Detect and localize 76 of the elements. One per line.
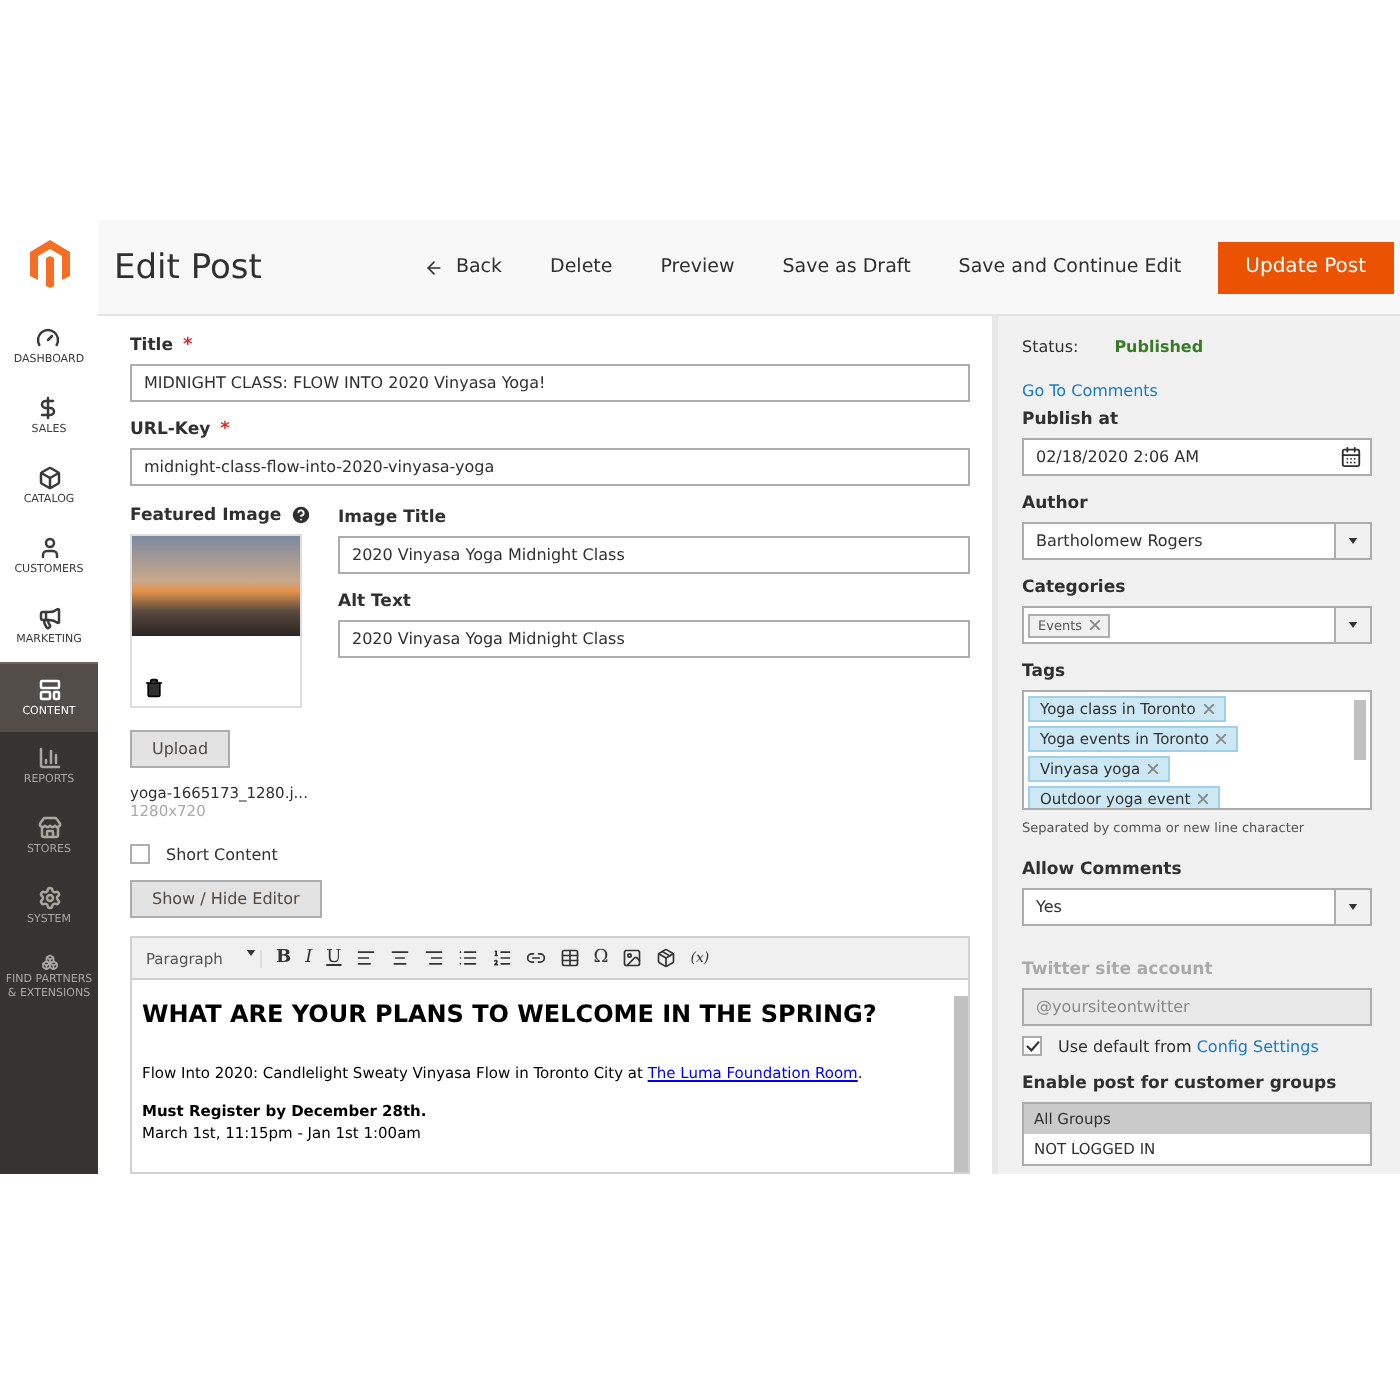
align-left-icon[interactable] xyxy=(355,948,376,968)
go-to-comments-link[interactable]: Go To Comments xyxy=(1022,382,1158,400)
header-button[interactable]: Delete xyxy=(526,256,637,278)
field-label: Tags xyxy=(1022,662,1068,682)
status-label: Status: xyxy=(1022,338,1079,356)
remove-icon[interactable] xyxy=(1203,704,1214,714)
editor-heading: WHAT ARE YOUR PLANS TO WELCOME IN THE SPRING? xyxy=(142,1000,879,1028)
settings-icon xyxy=(37,886,61,911)
caret-down-icon xyxy=(246,949,256,955)
allow-comments-select[interactable]: Yes xyxy=(1022,888,1372,926)
header-button[interactable]: Save as Draft xyxy=(758,256,935,278)
author-select[interactable]: Bartholomew Rogers xyxy=(1022,522,1372,560)
caret-down-icon xyxy=(1348,538,1358,544)
status-value: Published xyxy=(1114,338,1204,356)
dollar-icon xyxy=(36,396,61,421)
trash-icon[interactable] xyxy=(144,678,164,698)
url-key-input[interactable]: midnight-class-flow-into-2020-vinyasa-yoga xyxy=(130,448,970,486)
date-input[interactable]: 02/18/2020 2:06 AM xyxy=(1022,438,1372,476)
title-input[interactable]: MIDNIGHT CLASS: FLOW INTO 2020 Vinyasa Yoga! xyxy=(130,364,970,402)
link-icon[interactable] xyxy=(525,948,546,968)
checkbox[interactable] xyxy=(130,844,150,864)
scrollbar[interactable] xyxy=(954,996,968,1172)
header-button[interactable]: Preview xyxy=(636,256,759,278)
widget-icon[interactable] xyxy=(656,948,677,968)
layout-icon xyxy=(37,677,61,702)
check-icon xyxy=(1025,1040,1039,1052)
scrollbar[interactable] xyxy=(1354,700,1366,760)
toggle-editor-button[interactable]: Show / Hide Editor xyxy=(130,880,322,918)
arrow-left-icon xyxy=(423,257,444,277)
underline-button[interactable]: U xyxy=(326,948,342,968)
blocks-icon xyxy=(37,954,61,971)
italic-button[interactable]: I xyxy=(305,948,313,968)
remove-icon[interactable] xyxy=(1148,764,1159,774)
field-label: Alt Text xyxy=(338,592,413,612)
store-icon xyxy=(37,816,61,841)
logo-icon xyxy=(29,240,69,288)
align-center-icon[interactable] xyxy=(389,948,410,968)
field-label: Featured Image xyxy=(130,504,302,526)
field-label: Allow Comments xyxy=(1022,860,1184,880)
field-label: Enable post for customer groups xyxy=(1022,1074,1339,1094)
field-label: URL-Key * xyxy=(130,420,232,440)
checkbox-label: Use default from Config Settings xyxy=(1058,1037,1319,1055)
gauge-icon xyxy=(36,326,61,351)
align-right-icon[interactable] xyxy=(423,948,444,968)
numbered-list-icon[interactable] xyxy=(491,948,512,968)
bar-chart-icon xyxy=(37,746,61,771)
field-label: Author xyxy=(1022,494,1090,514)
bold-button[interactable]: B xyxy=(276,948,292,968)
box-icon xyxy=(37,466,61,491)
calendar-icon[interactable] xyxy=(1340,446,1362,468)
field-label: Title * xyxy=(130,336,195,356)
remove-icon[interactable] xyxy=(1216,734,1227,744)
alt-text-input[interactable]: 2020 Vinyasa Yoga Midnight Class xyxy=(338,620,970,658)
upload-button[interactable]: Upload xyxy=(130,730,231,768)
remove-icon[interactable] xyxy=(1090,619,1101,629)
header-button[interactable]: Save and Continue Edit xyxy=(934,256,1206,278)
field-label: Categories xyxy=(1022,578,1128,598)
remove-icon[interactable] xyxy=(1198,794,1209,804)
person-icon xyxy=(37,536,61,561)
checkbox-label: Short Content xyxy=(166,845,278,863)
megaphone-icon xyxy=(37,606,61,631)
special-character-button[interactable]: Ω xyxy=(593,948,609,968)
checkbox[interactable] xyxy=(1022,1036,1042,1056)
field-label: Image Title xyxy=(338,508,449,528)
field-label: Twitter site account xyxy=(1022,960,1215,980)
image-title-input[interactable]: 2020 Vinyasa Yoga Midnight Class xyxy=(338,536,970,574)
page-title: Edit Post xyxy=(114,247,264,287)
update-post-button[interactable]: Update Post xyxy=(1217,241,1394,293)
image-icon[interactable] xyxy=(622,948,643,968)
back-button[interactable]: Back xyxy=(399,256,527,278)
caret-down-icon xyxy=(1348,622,1358,628)
table-icon[interactable] xyxy=(559,948,580,968)
caret-down-icon xyxy=(1348,904,1358,910)
config-settings-link[interactable]: Config Settings xyxy=(1196,1037,1319,1055)
help-icon xyxy=(289,504,312,526)
field-label: Publish at xyxy=(1022,410,1121,430)
